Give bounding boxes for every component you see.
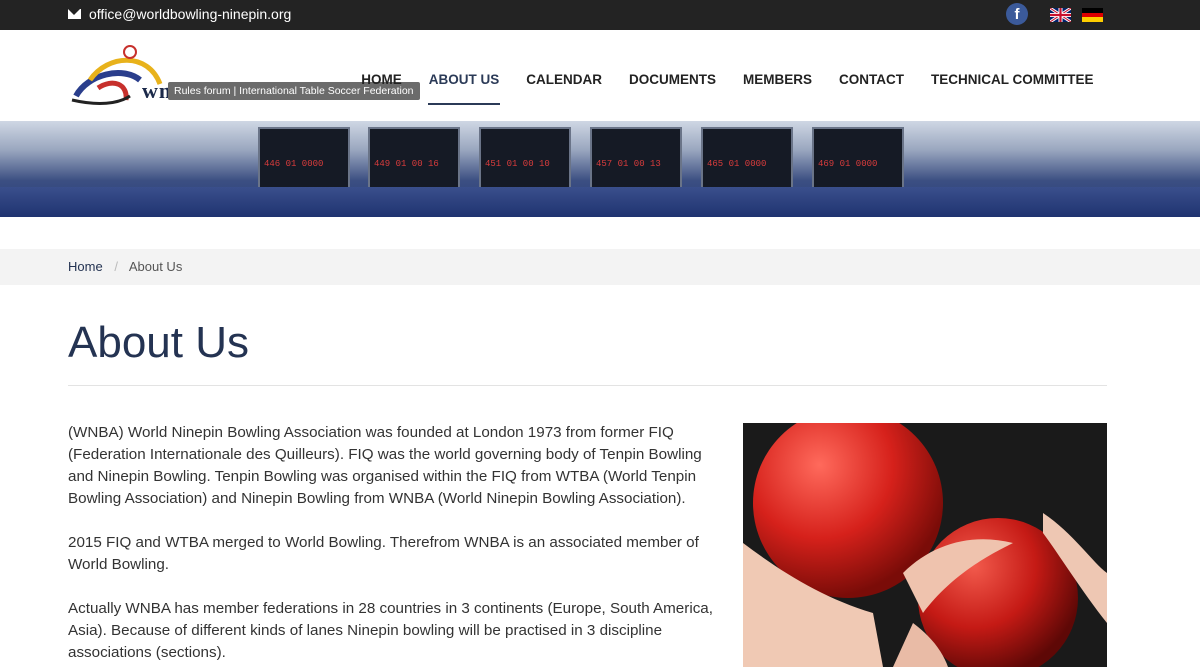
email-text: office@worldbowling-ninepin.org xyxy=(89,6,292,22)
lane-floor xyxy=(0,187,1200,217)
paragraph: 2015 FIQ and WTBA merged to World Bowlin… xyxy=(68,534,699,573)
about-content: (WNBA) World Ninepin Bowling Association… xyxy=(68,422,730,667)
nav-documents[interactable]: DOCUMENTS xyxy=(615,30,729,121)
paragraph: Actually WNBA has member federations in … xyxy=(68,600,713,661)
nav-technical-committee[interactable]: TECHNICAL COMMITTEE xyxy=(918,30,1108,121)
title-divider xyxy=(68,385,1107,386)
paragraph: (WNBA) World Ninepin Bowling Association… xyxy=(68,424,702,507)
nav-contact[interactable]: CONTACT xyxy=(826,30,918,121)
main-nav: HOME ABOUT US CALENDAR DOCUMENTS MEMBERS… xyxy=(348,30,1107,121)
breadcrumb-separator: / xyxy=(114,259,118,274)
german-flag-icon[interactable] xyxy=(1082,8,1103,22)
lane-display: 449 01 00 16 xyxy=(368,127,460,209)
bowling-lanes-banner: 446 01 0000 449 01 00 16 451 01 00 10 45… xyxy=(0,121,1200,217)
bowling-balls-photo xyxy=(743,423,1107,667)
nav-calendar[interactable]: CALENDAR xyxy=(513,30,616,121)
nav-about-us[interactable]: ABOUT US xyxy=(415,30,513,121)
lane-score: 465 01 0000 xyxy=(707,159,767,169)
lane-score: 451 01 00 10 xyxy=(485,159,550,169)
nav-home[interactable]: HOME xyxy=(348,30,416,121)
facebook-icon[interactable]: f xyxy=(1006,3,1028,25)
lane-score: 446 01 0000 xyxy=(264,159,324,169)
lane-score: 469 01 0000 xyxy=(818,159,878,169)
lane-display: 465 01 0000 xyxy=(701,127,793,209)
breadcrumb: Home / About Us xyxy=(0,249,1200,285)
envelope-icon xyxy=(68,9,81,19)
breadcrumb-home[interactable]: Home xyxy=(68,259,103,274)
lane-score: 449 01 00 16 xyxy=(374,159,439,169)
email-link[interactable]: office@worldbowling-ninepin.org xyxy=(68,6,291,22)
lane-display: 451 01 00 10 xyxy=(479,127,571,209)
lane-score: 457 01 00 13 xyxy=(596,159,661,169)
lane-display: 469 01 0000 xyxy=(812,127,904,209)
top-bar: office@worldbowling-ninepin.org f xyxy=(0,0,1200,30)
breadcrumb-current: About Us xyxy=(128,259,183,274)
uk-flag-icon[interactable] xyxy=(1050,8,1071,22)
page-title: About Us xyxy=(68,318,249,367)
lane-display: 446 01 0000 xyxy=(258,127,350,209)
lane-display: 457 01 00 13 xyxy=(590,127,682,209)
nav-members[interactable]: MEMBERS xyxy=(729,30,825,121)
